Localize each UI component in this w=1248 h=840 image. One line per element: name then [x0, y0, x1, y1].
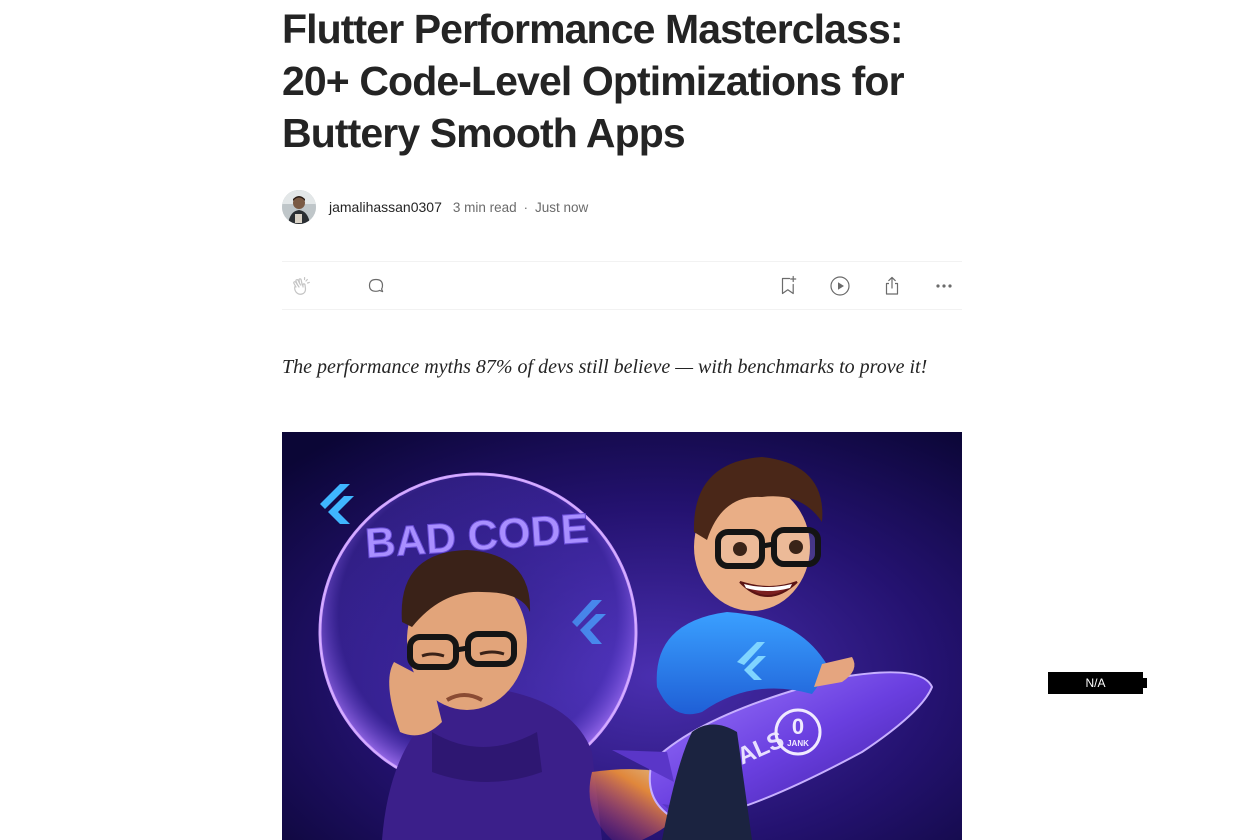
article-title: Flutter Performance Masterclass: 20+ Cod… — [282, 6, 905, 156]
hero-illustration: BAD CODE SIGNA — [282, 432, 962, 840]
badge-text: JANK — [787, 739, 809, 748]
more-horizontal-icon — [936, 284, 952, 288]
read-time: 3 min read — [452, 199, 517, 215]
article-subtitle: The performance myths 87% of devs still … — [282, 356, 928, 378]
avatar-portrait — [282, 190, 316, 224]
status-widget: N/A — [1048, 672, 1147, 694]
bookmark-button[interactable] — [776, 274, 800, 298]
byline: jamalihassan0307 3 min read · Just now — [282, 189, 588, 225]
listen-button[interactable] — [828, 274, 852, 298]
more-button[interactable] — [932, 274, 956, 298]
badge-number: 0 — [792, 714, 804, 739]
publish-date: Just now — [535, 199, 589, 215]
comment-button[interactable] — [364, 274, 388, 298]
hero-image: BAD CODE SIGNA — [282, 432, 962, 840]
share-button[interactable] — [880, 274, 904, 298]
play-circle-icon — [830, 276, 850, 296]
meta-separator: · — [523, 199, 528, 215]
action-bar — [282, 261, 962, 310]
clap-icon — [293, 277, 310, 295]
share-icon — [885, 276, 899, 295]
author-avatar[interactable] — [282, 190, 316, 224]
clap-button[interactable] — [289, 274, 313, 298]
author-name[interactable]: jamalihassan0307 — [329, 199, 442, 215]
bookmark-add-icon — [781, 275, 797, 295]
article: Flutter Performance Masterclass: 20+ Cod… — [282, 0, 962, 840]
comment-icon — [368, 278, 384, 293]
